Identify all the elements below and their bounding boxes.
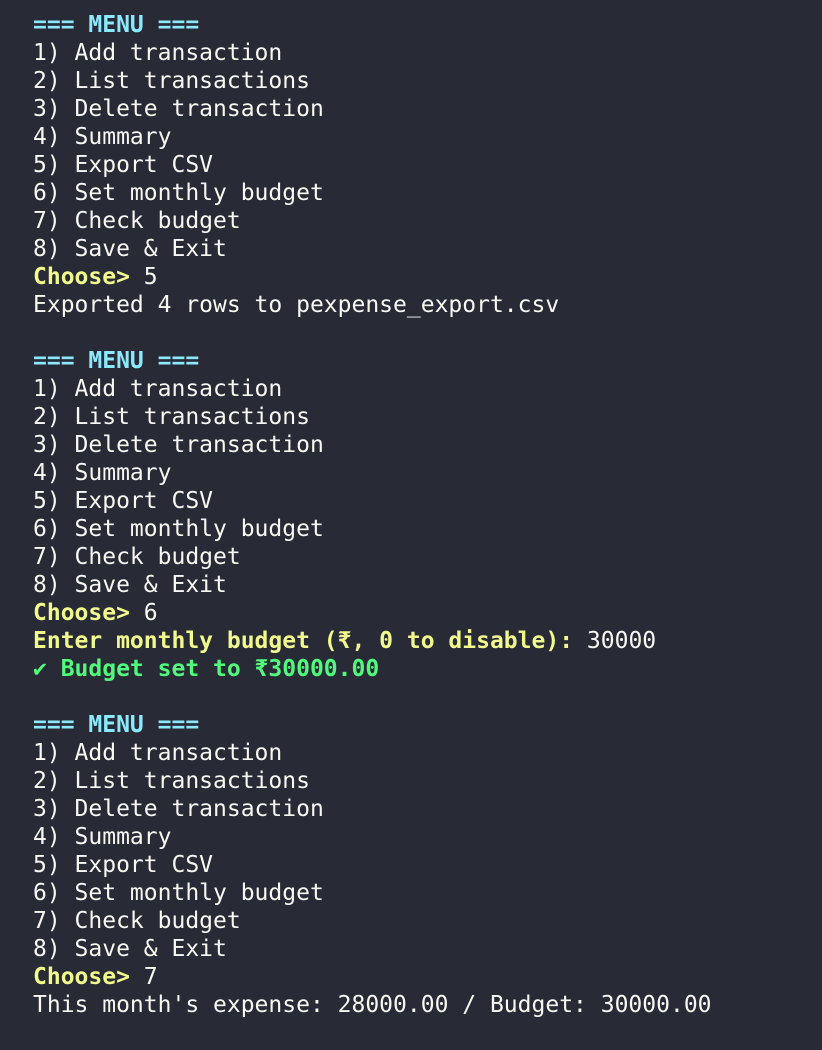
choose-prompt-line: Choose> 7: [33, 963, 813, 991]
menu-header: === MENU ===: [33, 348, 200, 374]
menu-block-3: === MENU === 1) Add transaction 2) List …: [33, 711, 813, 1019]
budget-input: 30000: [586, 628, 657, 654]
choice-input: 5: [143, 264, 158, 290]
menu-item-check-budget: 7) Check budget: [33, 908, 241, 934]
menu-item-save-exit: 8) Save & Exit: [33, 236, 227, 262]
menu-item-summary: 4) Summary: [33, 460, 172, 486]
menu-item-save-exit: 8) Save & Exit: [33, 936, 227, 962]
menu-item-set-budget: 6) Set monthly budget: [33, 880, 324, 906]
choose-prompt: Choose>: [33, 264, 130, 290]
choice-input: 6: [143, 600, 158, 626]
menu-item-add-transaction: 1) Add transaction: [33, 40, 283, 66]
menu-block-2: === MENU === 1) Add transaction 2) List …: [33, 347, 813, 711]
menu-item-export-csv: 5) Export CSV: [33, 152, 214, 178]
menu-item-add-transaction: 1) Add transaction: [33, 376, 283, 402]
menu-item-delete-transaction: 3) Delete transaction: [33, 96, 324, 122]
menu-block-1: === MENU === 1) Add transaction 2) List …: [33, 11, 813, 347]
choose-prompt: Choose>: [33, 600, 130, 626]
menu-header: === MENU ===: [33, 712, 200, 738]
terminal-output: === MENU === 1) Add transaction 2) List …: [33, 11, 813, 1019]
menu-item-list-transactions: 2) List transactions: [33, 68, 310, 94]
menu-item-check-budget: 7) Check budget: [33, 208, 241, 234]
menu-item-check-budget: 7) Check budget: [33, 544, 241, 570]
budget-prompt-line: Enter monthly budget (₹, 0 to disable): …: [33, 627, 813, 655]
menu-item-delete-transaction: 3) Delete transaction: [33, 796, 324, 822]
menu-item-list-transactions: 2) List transactions: [33, 404, 310, 430]
budget-success-message: ✔ Budget set to ₹30000.00: [33, 656, 380, 682]
budget-prompt: Enter monthly budget (₹, 0 to disable):: [33, 628, 574, 654]
menu-item-summary: 4) Summary: [33, 124, 172, 150]
menu-item-set-budget: 6) Set monthly budget: [33, 180, 324, 206]
choose-prompt-line: Choose> 6: [33, 599, 813, 627]
budget-check-output: This month's expense: 28000.00 / Budget:…: [33, 992, 712, 1018]
menu-header: === MENU ===: [33, 12, 200, 38]
menu-item-save-exit: 8) Save & Exit: [33, 572, 227, 598]
choice-input: 7: [143, 964, 158, 990]
menu-item-summary: 4) Summary: [33, 824, 172, 850]
menu-item-export-csv: 5) Export CSV: [33, 852, 214, 878]
export-output: Exported 4 rows to pexpense_export.csv: [33, 292, 560, 318]
choose-prompt-line: Choose> 5: [33, 263, 813, 291]
menu-item-export-csv: 5) Export CSV: [33, 488, 214, 514]
menu-item-delete-transaction: 3) Delete transaction: [33, 432, 324, 458]
choose-prompt: Choose>: [33, 964, 130, 990]
menu-item-add-transaction: 1) Add transaction: [33, 740, 283, 766]
menu-item-set-budget: 6) Set monthly budget: [33, 516, 324, 542]
menu-item-list-transactions: 2) List transactions: [33, 768, 310, 794]
